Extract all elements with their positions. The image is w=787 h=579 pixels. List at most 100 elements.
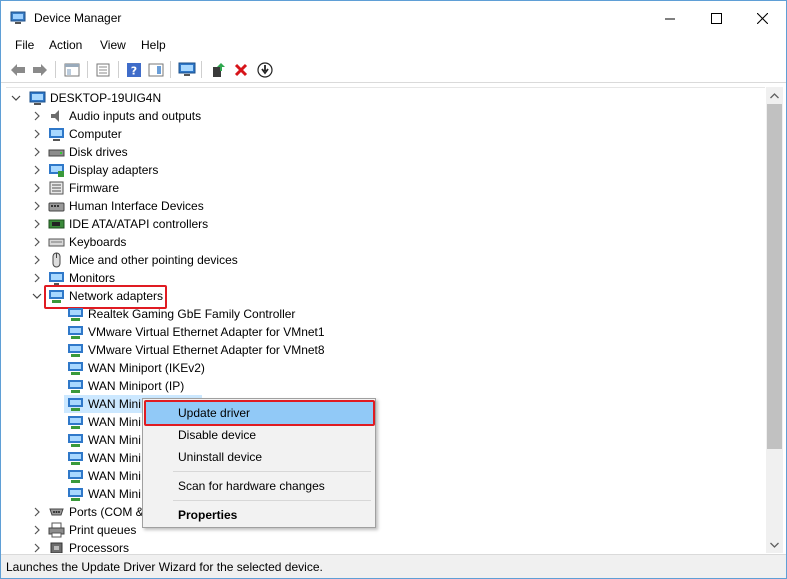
tree-device[interactable]: WAN Mini: [6, 467, 765, 485]
network-adapter-icon: [67, 324, 84, 340]
category-label: Keyboards: [69, 235, 127, 249]
expand-chevron-icon[interactable]: [32, 218, 42, 230]
category-label: Firmware: [69, 181, 119, 195]
vertical-scrollbar[interactable]: [766, 87, 783, 553]
category-label: Ports (COM &: [69, 505, 144, 519]
device-manager-icon: [10, 11, 26, 25]
network-adapter-icon: [67, 486, 84, 502]
device-tree: DESKTOP-19UIG4N Audio inputs and outputs…: [6, 87, 765, 553]
svg-text:?: ?: [131, 64, 137, 77]
display-adapter-icon: [48, 162, 65, 178]
title-bar: Device Manager: [1, 1, 786, 35]
collapse-chevron-icon[interactable]: [32, 290, 42, 302]
close-button[interactable]: [739, 1, 785, 35]
tree-category[interactable]: Firmware: [6, 179, 765, 197]
ide-controller-icon: [48, 216, 65, 232]
menu-item-scan-hardware-changes[interactable]: Scan for hardware changes: [145, 475, 373, 497]
device-label: VMware Virtual Ethernet Adapter for VMne…: [88, 343, 325, 357]
category-label: Display adapters: [69, 163, 159, 177]
category-label: IDE ATA/ATAPI controllers: [69, 217, 209, 231]
speaker-icon: [48, 108, 65, 124]
processor-icon: [48, 540, 65, 553]
tree-category[interactable]: Processors: [6, 539, 765, 553]
network-adapter-icon: [67, 396, 84, 412]
expand-chevron-icon[interactable]: [32, 272, 42, 284]
expand-chevron-icon[interactable]: [32, 254, 42, 266]
annotation-box-update-driver: [144, 400, 375, 426]
menu-item-uninstall-device[interactable]: Uninstall device: [145, 446, 373, 468]
category-label: Computer: [69, 127, 122, 141]
expand-chevron-icon[interactable]: [32, 128, 42, 140]
network-adapter-icon: [67, 432, 84, 448]
disable-device-icon[interactable]: [255, 60, 275, 79]
network-adapter-icon: [67, 378, 84, 394]
expand-chevron-icon[interactable]: [32, 146, 42, 158]
tree-device[interactable]: WAN Miniport (IKEv2): [6, 359, 765, 377]
tree-category[interactable]: Ports (COM &: [6, 503, 765, 521]
menu-help[interactable]: Help: [141, 38, 166, 52]
tree-category[interactable]: Print queues: [6, 521, 765, 539]
network-adapter-icon: [67, 450, 84, 466]
tree-device[interactable]: WAN Mini: [6, 449, 765, 467]
expand-chevron-icon[interactable]: [32, 506, 42, 518]
menu-file[interactable]: File: [15, 38, 34, 52]
help-icon[interactable]: ?: [124, 60, 144, 79]
tree-device[interactable]: VMware Virtual Ethernet Adapter for VMne…: [6, 341, 765, 359]
device-manager-window: Device Manager File Action View Help ? D…: [0, 0, 787, 579]
tree-device[interactable]: Realtek Gaming GbE Family Controller: [6, 305, 765, 323]
maximize-button[interactable]: [693, 1, 739, 35]
tree-device[interactable]: VMware Virtual Ethernet Adapter for VMne…: [6, 323, 765, 341]
expand-chevron-icon[interactable]: [32, 542, 42, 553]
properties-icon[interactable]: [93, 60, 113, 79]
tree-device[interactable]: WAN Mini: [6, 413, 765, 431]
tree-category[interactable]: IDE ATA/ATAPI controllers: [6, 215, 765, 233]
expand-chevron-icon[interactable]: [32, 182, 42, 194]
tree-device[interactable]: WAN Mini: [6, 431, 765, 449]
disk-drive-icon: [48, 144, 65, 160]
toolbar: ?: [1, 56, 786, 83]
category-label: Disk drives: [69, 145, 128, 159]
menu-item-disable-device[interactable]: Disable device: [145, 424, 373, 446]
device-label: WAN Mini: [88, 469, 141, 483]
device-label: WAN Mini: [88, 487, 141, 501]
expand-chevron-icon[interactable]: [32, 236, 42, 248]
show-hide-console-tree-icon[interactable]: [62, 60, 82, 79]
tree-category[interactable]: Disk drives: [6, 143, 765, 161]
tree-category[interactable]: Mice and other pointing devices: [6, 251, 765, 269]
action-pane-icon[interactable]: [146, 60, 166, 79]
tree-category[interactable]: Human Interface Devices: [6, 197, 765, 215]
expand-chevron-icon[interactable]: [32, 110, 42, 122]
menu-item-label: Disable device: [178, 428, 257, 442]
monitor-icon: [48, 270, 65, 286]
expand-chevron-icon[interactable]: [32, 164, 42, 176]
scrollbar-thumb[interactable]: [767, 104, 782, 449]
tree-category[interactable]: Display adapters: [6, 161, 765, 179]
menu-item-properties[interactable]: Properties: [145, 504, 373, 526]
tree-device-selected[interactable]: WAN Mini: [6, 395, 765, 413]
tree-category[interactable]: Computer: [6, 125, 765, 143]
tree-category[interactable]: Keyboards: [6, 233, 765, 251]
collapse-chevron-icon[interactable]: [11, 92, 21, 104]
expand-chevron-icon[interactable]: [32, 524, 42, 536]
forward-icon[interactable]: [30, 60, 50, 79]
tree-device[interactable]: WAN Mini: [6, 485, 765, 503]
tree-category[interactable]: Audio inputs and outputs: [6, 107, 765, 125]
network-adapter-icon: [67, 360, 84, 376]
computer-icon: [29, 90, 46, 106]
uninstall-icon[interactable]: [231, 60, 251, 79]
expand-chevron-icon[interactable]: [32, 200, 42, 212]
context-menu: Update driver Disable device Uninstall d…: [142, 398, 376, 528]
scan-for-changes-icon[interactable]: [177, 60, 197, 79]
back-icon[interactable]: [8, 60, 28, 79]
scroll-up-icon[interactable]: [766, 87, 783, 104]
update-driver-icon[interactable]: [208, 60, 228, 79]
printer-icon: [48, 522, 65, 538]
tree-root[interactable]: DESKTOP-19UIG4N: [6, 89, 765, 107]
minimize-button[interactable]: [647, 1, 693, 35]
scroll-down-icon[interactable]: [766, 536, 783, 553]
device-label: WAN Mini: [88, 451, 141, 465]
menu-view[interactable]: View: [100, 38, 126, 52]
menu-action[interactable]: Action: [49, 38, 82, 52]
tree-device[interactable]: WAN Miniport (IP): [6, 377, 765, 395]
category-label: Audio inputs and outputs: [69, 109, 202, 123]
